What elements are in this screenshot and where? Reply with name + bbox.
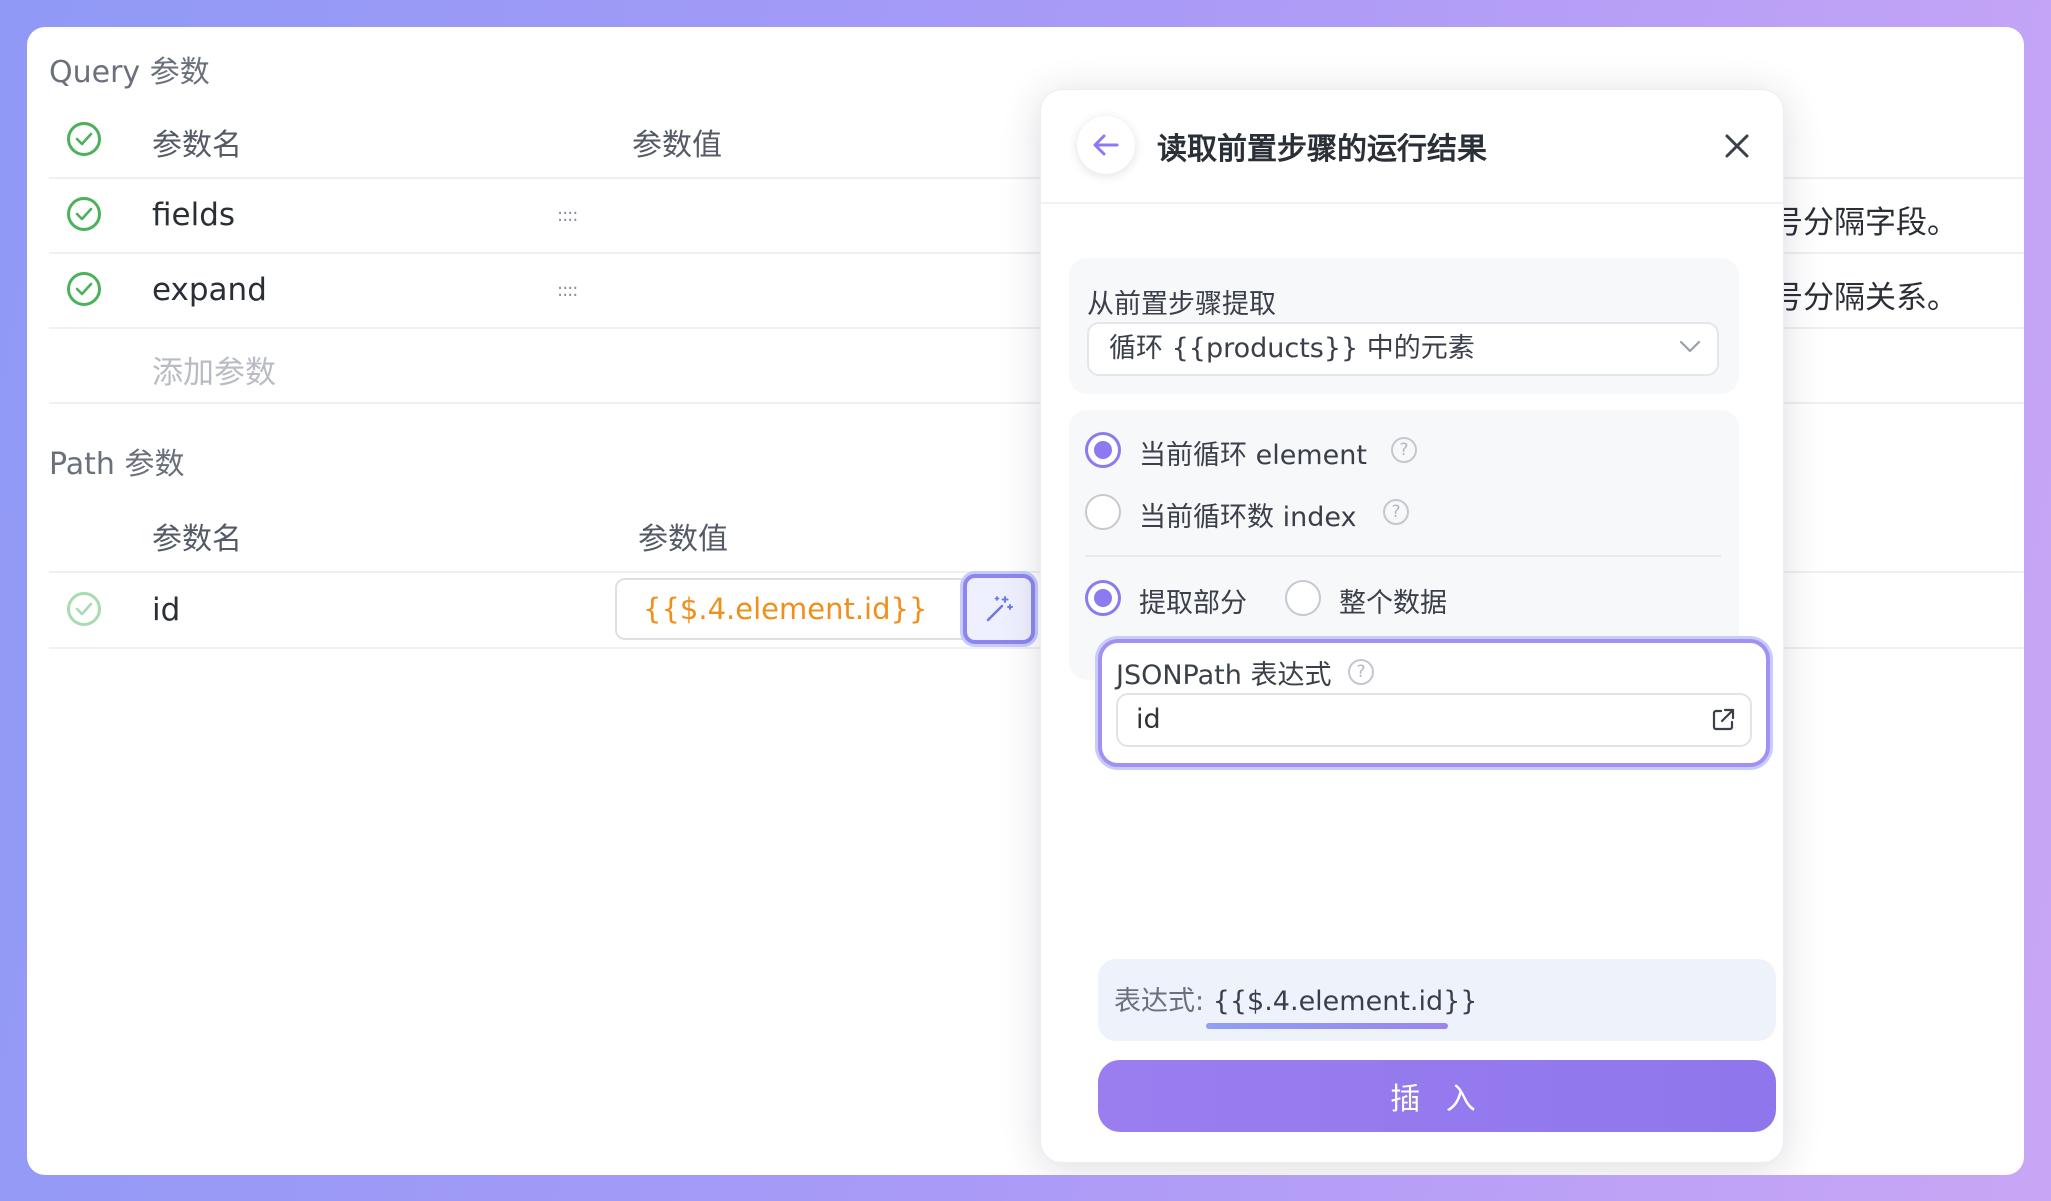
- close-button[interactable]: [1717, 126, 1757, 166]
- expression-text: 表达式: {{$.4.element.id}}: [1114, 979, 1477, 1018]
- query-row-checkbox-expand[interactable]: [67, 272, 101, 306]
- path-header-name: 参数名: [152, 522, 242, 557]
- source-select[interactable]: 循环 {{products}} 中的元素: [1087, 322, 1719, 376]
- external-link-icon[interactable]: [1710, 707, 1736, 733]
- query-header-name: 参数名: [152, 128, 242, 163]
- query-param-desc-fields: 号分隔字段。: [1772, 205, 1958, 241]
- divider: [1041, 202, 1783, 204]
- source-card: 从前置步骤提取 循环 {{products}} 中的元素: [1069, 258, 1739, 394]
- add-query-param[interactable]: 添加参数: [152, 347, 276, 392]
- path-section-title: Path 参数: [49, 447, 185, 482]
- close-icon: [1725, 134, 1749, 158]
- jsonpath-input[interactable]: id: [1116, 693, 1752, 747]
- radio-loop-index[interactable]: [1085, 494, 1121, 530]
- option-loop-element-label[interactable]: 当前循环 element: [1139, 433, 1367, 472]
- radio-loop-element[interactable]: [1085, 432, 1121, 468]
- query-section-title: Query 参数: [49, 55, 210, 90]
- path-param-name-id[interactable]: id: [152, 592, 180, 628]
- query-param-name-fields[interactable]: fields: [152, 197, 235, 233]
- path-row-checkbox-id[interactable]: [67, 592, 101, 626]
- drag-handle-icon[interactable]: ::::: [557, 280, 578, 301]
- help-icon[interactable]: ?: [1383, 499, 1409, 525]
- jsonpath-value: id: [1136, 704, 1161, 735]
- jsonpath-card: JSONPath 表达式 ? id: [1098, 639, 1770, 767]
- expression-prefix: 表达式:: [1114, 986, 1213, 1017]
- help-icon[interactable]: ?: [1348, 659, 1374, 685]
- source-label: 从前置步骤提取: [1087, 289, 1276, 320]
- query-param-desc-expand: 号分隔关系。: [1772, 280, 1958, 316]
- check-icon: [75, 602, 93, 616]
- radio-extract-part[interactable]: [1085, 580, 1121, 616]
- source-selected-value: 循环 {{products}} 中的元素: [1109, 333, 1475, 364]
- expression-value: {{$.4.element.id}}: [1212, 986, 1478, 1017]
- popover-title: 读取前置步骤的运行结果: [1157, 132, 1487, 167]
- arrow-left-icon: [1093, 134, 1119, 156]
- path-param-value-input[interactable]: {{$.4.element.id}}: [615, 578, 999, 640]
- select-all-query-checkbox[interactable]: [67, 122, 101, 156]
- app-canvas: Query 参数 参数名 参数值 fields :::: 号分隔字段。 expa…: [27, 27, 2024, 1175]
- check-icon: [75, 132, 93, 146]
- expression-underline: [1206, 1023, 1448, 1029]
- option-loop-index-label[interactable]: 当前循环数 index: [1139, 495, 1356, 534]
- gradient-frame: Query 参数 参数名 参数值 fields :::: 号分隔字段。 expa…: [0, 0, 2051, 1201]
- insert-button[interactable]: 插 入: [1098, 1060, 1776, 1132]
- magic-wand-icon: [986, 596, 1013, 622]
- back-button[interactable]: [1077, 116, 1135, 174]
- check-icon: [75, 207, 93, 221]
- expression-preview: 表达式: {{$.4.element.id}}: [1098, 959, 1776, 1041]
- radio-whole-data[interactable]: [1285, 580, 1321, 616]
- magic-wand-button[interactable]: [963, 574, 1035, 644]
- query-row-checkbox-fields[interactable]: [67, 197, 101, 231]
- check-icon: [75, 282, 93, 296]
- divider: [1085, 555, 1721, 557]
- help-icon[interactable]: ?: [1391, 437, 1417, 463]
- option-whole-data-label[interactable]: 整个数据: [1339, 581, 1447, 620]
- chevron-down-icon: [1679, 340, 1701, 353]
- path-header-value: 参数值: [638, 522, 728, 557]
- drag-handle-icon[interactable]: ::::: [557, 205, 578, 226]
- query-param-name-expand[interactable]: expand: [152, 272, 267, 308]
- option-extract-part-label[interactable]: 提取部分: [1139, 581, 1247, 620]
- jsonpath-label: JSONPath 表达式: [1116, 660, 1332, 691]
- query-header-value: 参数值: [632, 128, 722, 163]
